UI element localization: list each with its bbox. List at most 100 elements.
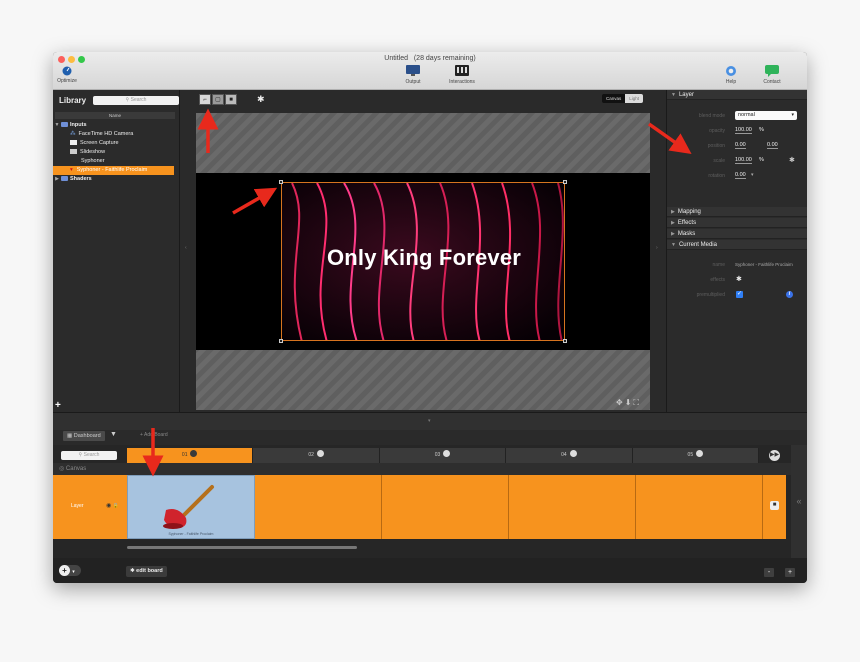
disclosure-open-icon[interactable]: ▼ — [53, 121, 61, 130]
titlebar: Untitled (28 days remaining) Optimize Ou… — [53, 52, 807, 90]
add-board-button[interactable]: + Add Board — [140, 432, 168, 438]
section-effects[interactable]: ▶ Effects — [667, 218, 807, 228]
play-icon[interactable] — [569, 450, 577, 458]
media-layer[interactable]: Only King Forever — [281, 182, 565, 341]
play-icon[interactable] — [316, 450, 324, 458]
library-panel: Library ⚲ Search Name ▼ Inputs ⁂ FaceTime … — [53, 90, 180, 412]
play-icon[interactable] — [696, 450, 704, 458]
tree-item-facetime-camera[interactable]: ⁂ FaceTime HD Camera — [53, 130, 174, 139]
resize-handle-tl[interactable] — [279, 180, 283, 184]
timeline-scrollbar[interactable] — [127, 546, 357, 549]
output-button[interactable]: Output — [399, 65, 427, 85]
scale-field[interactable]: 100.00 — [735, 157, 752, 164]
fast-forward-icon[interactable]: ▶▶ — [769, 450, 780, 461]
clip-cell-02[interactable] — [255, 475, 382, 539]
info-icon[interactable]: i — [786, 291, 793, 298]
disclosure-closed-icon: ▶ — [671, 209, 675, 215]
library-column-header[interactable]: Name — [55, 112, 175, 119]
clip-caption: Syphoner - Faithlife Proclaim — [168, 532, 214, 536]
add-layer-button[interactable]: + ▾ — [59, 565, 81, 576]
opacity-field[interactable]: 100.00 — [735, 127, 752, 134]
clip-cell-01[interactable]: Syphoner - Faithlife Proclaim — [127, 475, 255, 539]
disclosure-closed-icon: ▶ — [671, 220, 675, 226]
canvas-stage[interactable]: Only King Forever ✥⬇⛶ — [196, 113, 650, 410]
canvas-area: ⌐ ▢ ■ ✱ Canvas Light ‹ › Only King Forev… — [181, 90, 665, 412]
help-button[interactable]: Help — [723, 65, 739, 85]
section-current-media[interactable]: ▼ Current Media — [667, 240, 807, 250]
tree-item-syphoner[interactable]: Syphoner — [53, 157, 174, 166]
dashboard-dropdown-icon[interactable]: ▼ — [110, 431, 117, 438]
move-icon[interactable]: ✥ — [616, 398, 625, 407]
library-search-input[interactable]: ⚲ Search — [93, 96, 179, 105]
slideshow-icon — [70, 149, 77, 155]
edit-board-button[interactable]: ✱ edit board — [126, 566, 167, 577]
position-x-field[interactable]: 0.00 — [735, 142, 746, 149]
column-03[interactable]: 03 — [379, 448, 507, 463]
column-02[interactable]: 02 — [253, 448, 380, 463]
layer-row-label: Layer — [71, 503, 84, 509]
media-effects-gear-icon[interactable]: ✱ — [736, 275, 742, 283]
zoom-out-button[interactable]: - — [764, 568, 774, 577]
position-y-field[interactable]: 0.00 — [767, 142, 778, 149]
mask-tool-button[interactable]: ■ — [225, 94, 237, 105]
fullscreen-icon[interactable]: ⛶ — [633, 398, 641, 407]
clip-cell-03[interactable] — [382, 475, 509, 539]
layer-row[interactable]: Layer ◉ 🔒 Syphoner - Faithlife Proclaim — [53, 475, 786, 539]
dashboard-tab[interactable]: ▦ Dashboard — [63, 431, 105, 441]
tree-item-screen-capture[interactable]: Screen Capture — [53, 139, 174, 148]
crop-icon: ⌐ — [203, 96, 207, 103]
canvas-row-label: Canvas — [65, 466, 87, 472]
tree-item-syphoner-faithlife[interactable]: ▾ Syphoner - Faithlife Proclaim — [53, 166, 174, 175]
resize-handle-bl[interactable] — [279, 339, 283, 343]
blend-mode-select[interactable]: normal ▾ — [735, 111, 797, 120]
lock-icon[interactable]: 🔒 — [113, 503, 119, 509]
premultiplied-checkbox[interactable]: ✓ — [736, 291, 743, 298]
library-add-button[interactable]: + — [55, 401, 63, 411]
media-text: Only King Forever — [326, 245, 522, 270]
toggle-canvas[interactable]: Canvas — [602, 94, 626, 103]
tree-label: Syphoner - Faithlife Proclaim — [76, 167, 148, 173]
window-title-text: Untitled — [384, 55, 408, 62]
interactions-button[interactable]: Interactions — [442, 65, 482, 85]
optimize-button[interactable]: Optimize — [57, 66, 77, 84]
disclosure-open-icon: ▼ — [671, 242, 676, 248]
collapse-right-icon[interactable]: › — [656, 245, 658, 251]
rotation-stepper-icon[interactable]: ▾ — [751, 172, 754, 178]
scale-settings-gear-icon[interactable]: ✱ — [789, 156, 795, 164]
stop-icon[interactable]: ■ — [770, 501, 779, 510]
clip-cell-05[interactable] — [636, 475, 763, 539]
column-01[interactable]: 01 — [127, 448, 254, 463]
collapse-left-icon[interactable]: ‹ — [185, 245, 187, 251]
section-layer[interactable]: ▼ Layer — [667, 90, 807, 100]
timeline-search-input[interactable]: ⚲ Search — [61, 451, 117, 460]
canvas-row[interactable]: ◎ Canvas — [53, 463, 807, 475]
layer-visibility-eye-icon[interactable]: ◉ 🔒 — [106, 502, 119, 509]
resize-handle-tr[interactable] — [563, 180, 567, 184]
section-mapping-label: Mapping — [677, 209, 701, 215]
splitter-grip-icon[interactable]: ▾ — [428, 418, 431, 424]
clip-cell-04[interactable] — [509, 475, 636, 539]
tree-item-shaders[interactable]: ▶ Shaders — [53, 175, 174, 184]
section-masks[interactable]: ▶ Masks — [667, 229, 807, 239]
rotation-field[interactable]: 0.00 — [735, 172, 746, 179]
column-05[interactable]: 05 — [632, 448, 760, 463]
collapse-panel-icon[interactable]: « — [791, 445, 807, 558]
canvas-settings-gear-icon[interactable]: ✱ — [257, 94, 265, 105]
panel-splitter[interactable]: ▾ — [53, 412, 807, 430]
tree-item-slideshow[interactable]: Slideshow — [53, 148, 174, 157]
section-mapping[interactable]: ▶ Mapping — [667, 207, 807, 217]
column-04[interactable]: 04 — [506, 448, 633, 463]
tree-item-inputs[interactable]: ▼ Inputs — [53, 121, 174, 130]
canvas-light-toggle[interactable]: Canvas Light — [602, 94, 644, 103]
dashboard-tab-label: Dashboard — [73, 433, 101, 439]
grid-icon: ▦ — [67, 433, 74, 439]
contact-button[interactable]: Contact — [759, 65, 785, 85]
play-icon[interactable] — [190, 450, 198, 458]
zoom-in-button[interactable]: + — [785, 568, 795, 577]
toggle-light[interactable]: Light — [625, 94, 644, 103]
disclosure-closed-icon[interactable]: ▶ — [53, 175, 61, 184]
play-icon[interactable] — [443, 450, 451, 458]
crop-tool-button[interactable]: ⌐ — [199, 94, 211, 105]
resize-handle-br[interactable] — [563, 339, 567, 343]
transform-tool-button[interactable]: ▢ — [212, 94, 224, 105]
